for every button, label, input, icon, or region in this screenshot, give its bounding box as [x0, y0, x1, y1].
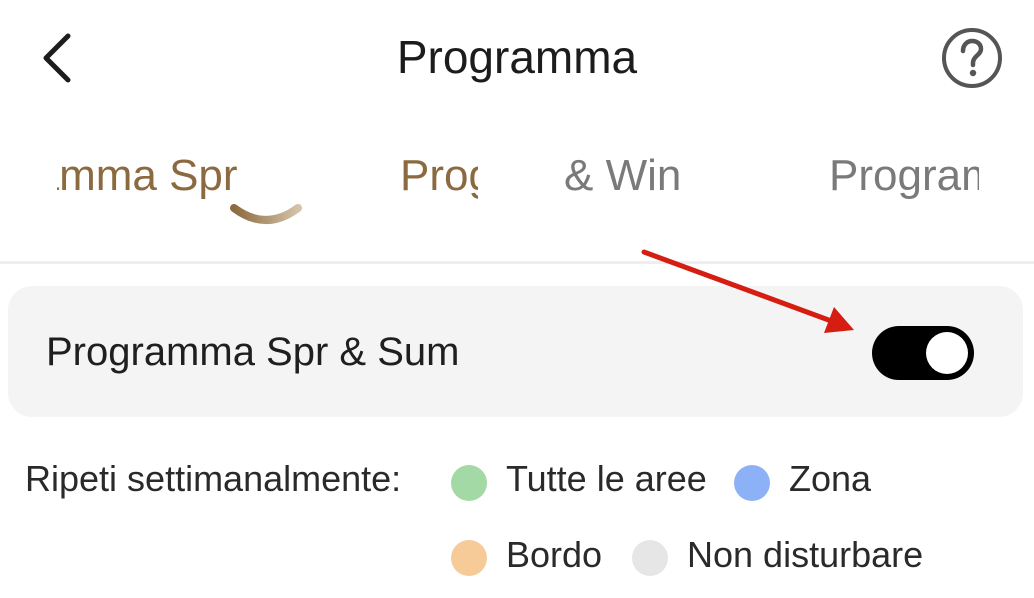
tab-spr-sum-label: Programma Spr & Sum: [57, 151, 247, 200]
schedule-label: Programma Spr & Sum: [46, 330, 460, 374]
legend-text-non-disturbare: Non disturbare: [687, 534, 924, 575]
question-circle-icon: [942, 28, 1002, 88]
legend-text-zona: Zona: [789, 458, 872, 499]
tab-aut-label: Programma Aut: [400, 151, 478, 200]
tab-divider: [0, 261, 1034, 264]
annotation-arrow-icon: [641, 249, 854, 333]
repeat-weekly-label: Ripeti settimanalmente:: [25, 458, 402, 499]
tab-bar: Programma Spr & Sum Programma Aut & Win …: [0, 130, 1034, 264]
schedule-card: Programma Spr & Sum: [8, 286, 1023, 417]
green-dot-icon: [451, 465, 487, 501]
page-title: Programma: [396, 31, 638, 83]
gray-dot-icon: [632, 540, 668, 576]
legend-text-bordo: Bordo: [506, 534, 603, 575]
tab-programma[interactable]: Programma: [829, 148, 979, 204]
tab-programma-label: Programma: [829, 151, 979, 200]
tab-aut-win[interactable]: & Win: [564, 148, 694, 204]
orange-dot-icon: [451, 540, 487, 576]
tab-spr-sum[interactable]: Programma Spr & Sum: [57, 148, 247, 204]
help-button[interactable]: [940, 26, 1004, 90]
blue-dot-icon: [734, 465, 770, 501]
header-bar: Programma: [0, 0, 1034, 120]
tab-aut-win-label: & Win: [564, 151, 682, 200]
legend-text-tutte-le-aree: Tutte le aree: [506, 458, 707, 499]
selected-tab-indicator: [230, 204, 302, 224]
schedule-toggle[interactable]: [872, 326, 974, 380]
tab-aut[interactable]: Programma Aut: [400, 148, 478, 204]
toggle-knob: [926, 332, 968, 374]
